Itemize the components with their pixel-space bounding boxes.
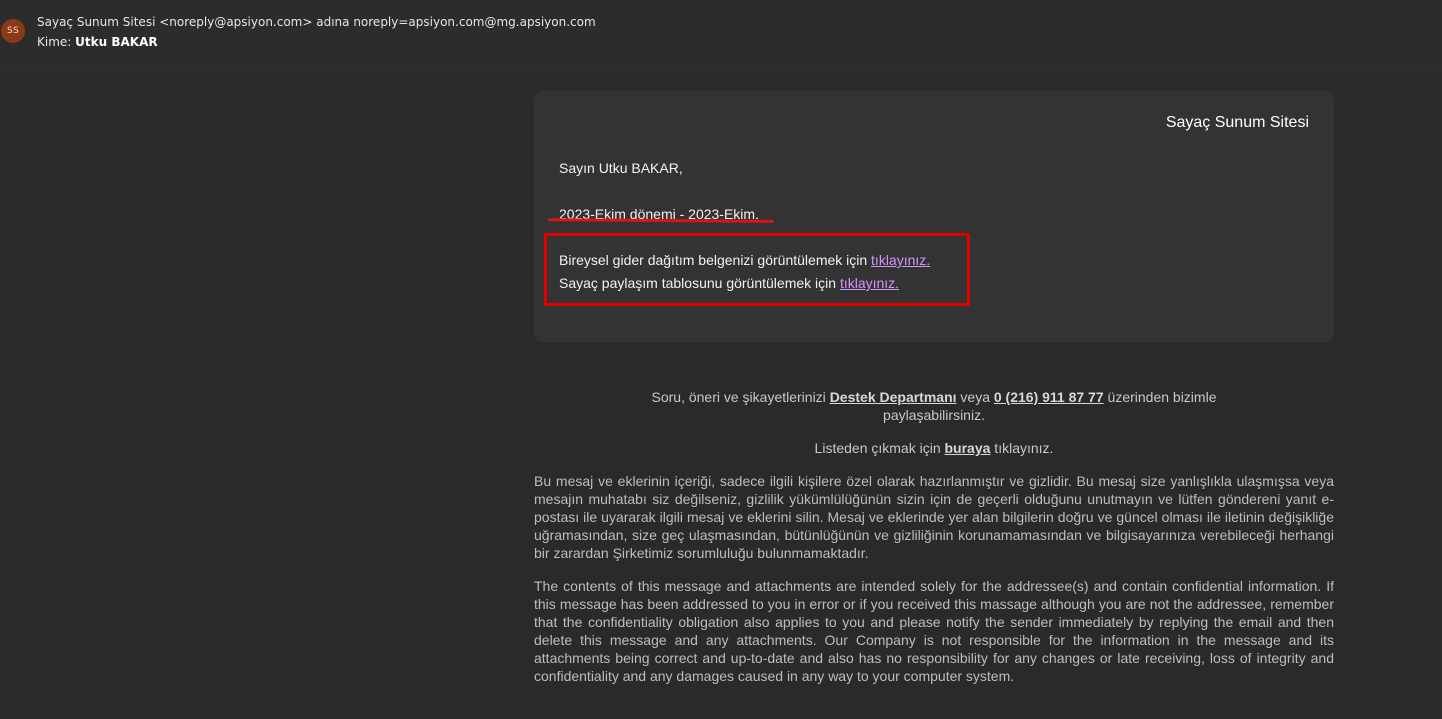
recipient-line: Kime: Utku BAKAR (37, 35, 158, 49)
email-body: Sayaç Sunum Sitesi Sayın Utku BAKAR, 202… (0, 71, 1442, 719)
greeting: Sayın Utku BAKAR, (559, 160, 683, 176)
disclaimer-english: The contents of this message and attachm… (534, 578, 1334, 684)
brand-title: Sayaç Sunum Sitesi (1165, 114, 1309, 131)
support-phone-link[interactable]: 0 (216) 911 87 77 (994, 389, 1104, 405)
support-prefix: Soru, öneri ve şikayetlerinizi (651, 389, 830, 405)
support-info: Soru, öneri ve şikayetlerinizi Destek De… (534, 388, 1334, 424)
document-link-line: Bireysel gider dağıtım belgenizi görüntü… (559, 252, 930, 268)
document-link-text: Bireysel gider dağıtım belgenizi görüntü… (559, 252, 872, 268)
support-department-link[interactable]: Destek Departmanı (830, 389, 957, 405)
table-link-text: Sayaç paylaşım tablosunu görüntülemek iç… (559, 275, 840, 291)
recipient-name[interactable]: Utku BAKAR (75, 35, 157, 49)
sender-line[interactable]: Sayaç Sunum Sitesi <noreply@apsiyon.com>… (37, 15, 596, 29)
email-header: SS Sayaç Sunum Sitesi <noreply@apsiyon.c… (0, 0, 1442, 71)
unsub-suffix: tıklayınız. (990, 440, 1054, 456)
support-mid: veya (956, 389, 994, 405)
sender-avatar[interactable]: SS (1, 19, 25, 43)
message-card: Sayaç Sunum Sitesi Sayın Utku BAKAR, 202… (534, 91, 1334, 342)
unsub-prefix: Listeden çıkmak için (814, 440, 945, 456)
annotation-highlight-box (544, 233, 970, 306)
document-link[interactable]: tıklayınız. (871, 252, 930, 268)
unsubscribe-link[interactable]: buraya (945, 440, 991, 456)
email-view: SS Sayaç Sunum Sitesi <noreply@apsiyon.c… (0, 0, 1442, 719)
to-label: Kime: (37, 35, 72, 49)
table-link-line: Sayaç paylaşım tablosunu görüntülemek iç… (559, 275, 899, 291)
disclaimer-turkish: Bu mesaj ve eklerinin içeriği, sadece il… (534, 473, 1334, 561)
unsubscribe-info: Listeden çıkmak için buraya tıklayınız. (534, 439, 1334, 457)
table-link[interactable]: tıklayınız. (840, 275, 899, 291)
annotation-underline (547, 218, 775, 223)
